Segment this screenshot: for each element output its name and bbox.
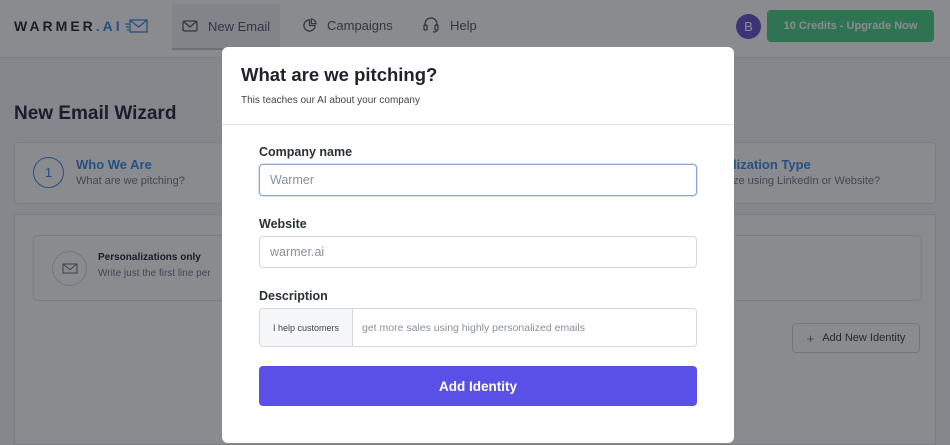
identity-modal: What are we pitching? This teaches our A… — [222, 47, 734, 443]
modal-subtitle: This teaches our AI about your company — [241, 95, 420, 106]
add-identity-button[interactable]: Add Identity — [259, 366, 697, 406]
website-label: Website — [259, 217, 307, 231]
modal-header: What are we pitching? This teaches our A… — [222, 47, 734, 125]
description-prefix: I help customers — [260, 309, 353, 346]
modal-title: What are we pitching? — [241, 64, 438, 85]
company-name-label: Company name — [259, 145, 353, 159]
website-input[interactable] — [259, 236, 697, 268]
description-field: I help customers — [259, 308, 697, 347]
company-name-input[interactable] — [259, 164, 697, 196]
description-input[interactable] — [353, 309, 696, 346]
description-label: Description — [259, 289, 328, 303]
